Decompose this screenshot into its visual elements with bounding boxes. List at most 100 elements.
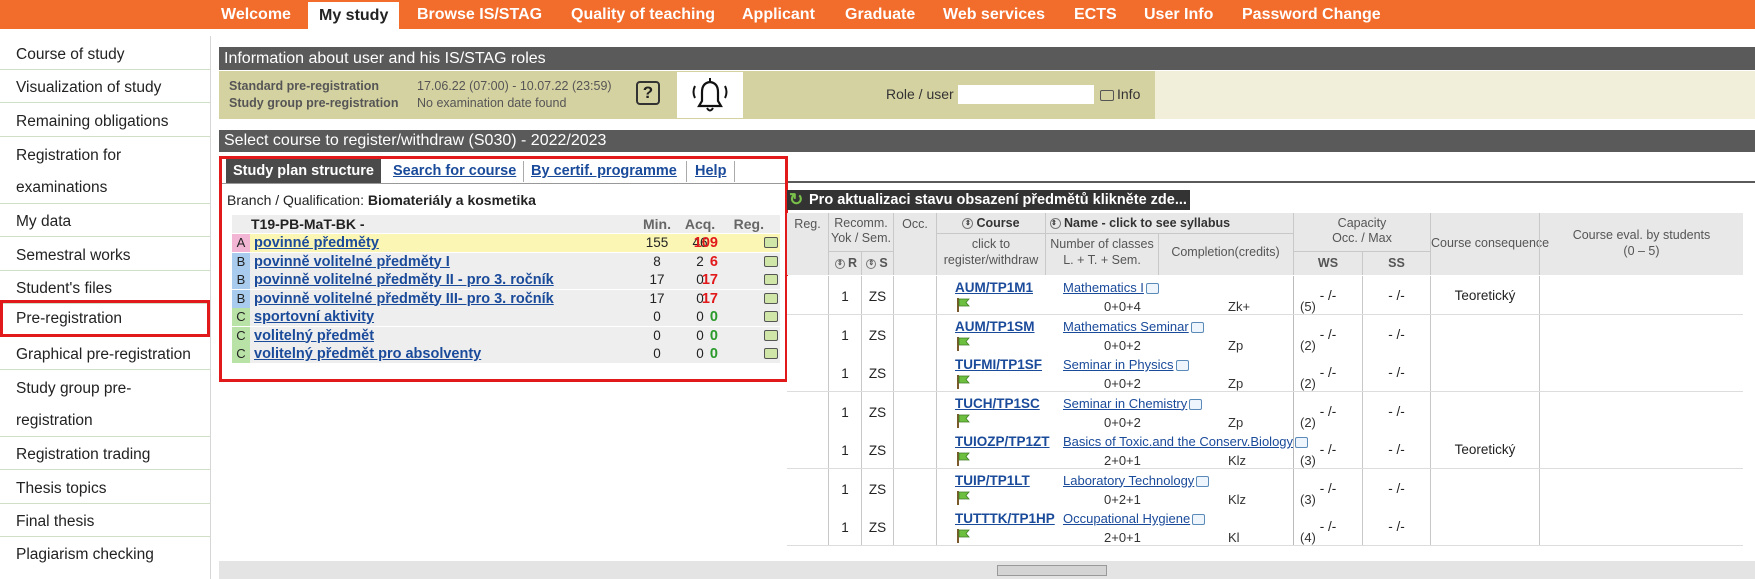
role-user-input[interactable]	[958, 85, 1094, 104]
number-of-classes: 0+0+4	[1104, 299, 1141, 314]
sidebar-item-label: Thesis topics	[16, 480, 107, 497]
register-flag-icon[interactable]	[955, 490, 971, 506]
course-name-link[interactable]: Occupational Hygiene	[1063, 511, 1206, 526]
header-course[interactable]: ⇕ Course	[937, 216, 1045, 230]
sidebar-item-visualization[interactable]: Visualization of study	[0, 73, 210, 103]
sidebar-item-remaining-obligations[interactable]: Remaining obligations	[0, 106, 210, 137]
sidebar-item-thesis-topics[interactable]: Thesis topics	[0, 473, 210, 504]
course-name-link[interactable]: Mathematics Seminar	[1063, 319, 1204, 334]
capacity-ws: - /-	[1319, 288, 1337, 303]
scrollbar-thumb[interactable]	[997, 565, 1107, 576]
course-code-link[interactable]: TUCH/TP1SC	[955, 396, 1040, 411]
course-code-link[interactable]: TUTTTK/TP1HP	[955, 511, 1055, 526]
sidebar-item-plagiarism-checking[interactable]: Plagiarism checking	[0, 540, 210, 570]
category-badge: B	[232, 271, 250, 289]
comment-icon[interactable]	[764, 237, 778, 248]
tab-study-plan-structure[interactable]: Study plan structure	[226, 159, 381, 183]
comment-icon[interactable]	[1145, 283, 1159, 295]
comment-icon[interactable]	[1190, 321, 1204, 333]
nav-password-change[interactable]: Password Change	[1242, 0, 1381, 29]
course-code-link[interactable]: TUIOZP/TP1ZT	[955, 434, 1050, 449]
sidebar-item-label: Remaining obligations	[16, 113, 169, 130]
sidebar-item-final-thesis[interactable]: Final thesis	[0, 507, 210, 537]
col-sep	[1293, 507, 1294, 545]
sidebar-item-registration-trading[interactable]: Registration trading	[0, 440, 210, 470]
register-flag-icon[interactable]	[955, 413, 971, 429]
sidebar-item-study-group-pre-registration[interactable]: Study group pre-registration	[0, 373, 210, 437]
sidebar-item-graphical-pre-registration[interactable]: Graphical pre-registration	[0, 340, 210, 370]
header-name[interactable]: ⇕ Name - click to see syllabus	[1046, 216, 1296, 230]
comment-icon[interactable]	[764, 255, 778, 267]
tab-help[interactable]: Help	[695, 159, 726, 183]
comment-icon[interactable]	[764, 329, 778, 341]
comment-icon[interactable]	[1189, 398, 1203, 410]
tab-search-for-course[interactable]: Search for course	[393, 159, 516, 183]
comment-icon[interactable]	[764, 292, 778, 304]
course-name-link[interactable]: Seminar in Physics	[1063, 357, 1189, 372]
notification-button[interactable]	[677, 72, 743, 118]
col-sep	[1430, 276, 1431, 314]
register-flag-icon[interactable]	[955, 297, 971, 313]
course-row: 1 ZS TUCH/TP1SC Seminar in Chemistry 0+0+2 Zp…	[787, 391, 1743, 431]
study-plan-group-link[interactable]: povinně volitelné předměty II - pro 3. r…	[254, 271, 554, 289]
nav-applicant[interactable]: Applicant	[742, 0, 815, 29]
sidebar-item-semestral-works[interactable]: Semestral works	[0, 240, 210, 271]
nav-web-services[interactable]: Web services	[943, 0, 1045, 29]
info-button[interactable]: Info	[1100, 86, 1140, 102]
sidebar-item-registration-for-examinations[interactable]: Registration for examinations	[0, 140, 210, 204]
study-plan-code: T19-PB-MaT-BK -	[251, 216, 365, 232]
sort-icon: ⇕	[866, 258, 877, 269]
study-plan-group-link[interactable]: povinně volitelné předměty I	[254, 253, 450, 271]
course-name-link[interactable]: Seminar in Chemistry	[1063, 396, 1203, 411]
header-s[interactable]: ⇕ S	[862, 256, 892, 270]
nav-browse-isstag[interactable]: Browse IS/STAG	[417, 0, 542, 29]
register-flag-icon[interactable]	[955, 336, 971, 352]
nav-my-study[interactable]: My study	[308, 2, 400, 29]
col-sep	[1293, 353, 1294, 391]
tab-by-certif-programme[interactable]: By certif. programme	[531, 159, 677, 183]
study-plan-row: Bpovinně volitelné předměty I826	[232, 252, 780, 271]
horizontal-scrollbar[interactable]	[219, 561, 1755, 579]
capacity-ss: - /-	[1388, 326, 1405, 342]
study-plan-group-link[interactable]: volitelný předmět	[254, 327, 374, 345]
sidebar-item-label: Semestral works	[16, 247, 131, 264]
comment-icon[interactable]	[1175, 360, 1189, 372]
comment-icon[interactable]	[764, 274, 778, 285]
comment-icon[interactable]	[1196, 475, 1210, 487]
nav-quality-of-teaching[interactable]: Quality of teaching	[571, 0, 715, 29]
study-plan-group-link[interactable]: povinně volitelné předměty III- pro 3. r…	[254, 290, 554, 308]
course-code-link[interactable]: TUIP/TP1LT	[955, 473, 1030, 488]
study-plan-group-link[interactable]: volitelný předmět pro absolventy	[254, 345, 481, 363]
nav-welcome[interactable]: Welcome	[221, 0, 291, 29]
recommended-year: 1	[841, 289, 849, 304]
course-name-link[interactable]: Mathematics I	[1063, 280, 1159, 295]
course-name-link[interactable]: Laboratory Technology	[1063, 473, 1210, 488]
sidebar-item-pre-registration[interactable]: Pre-registration	[0, 300, 210, 337]
sidebar-item-course-of-study[interactable]: Course of study	[0, 40, 210, 70]
comment-icon[interactable]	[764, 348, 778, 359]
nav-graduate[interactable]: Graduate	[845, 0, 915, 29]
tab-separator	[523, 161, 524, 182]
refresh-occupancy-link[interactable]: ↻ Pro aktualizaci stavu obsazení předmětů…	[787, 190, 1190, 210]
sidebar-item-my-data[interactable]: My data	[0, 207, 210, 237]
row-sep	[1294, 251, 1430, 252]
register-flag-icon[interactable]	[955, 374, 971, 390]
header-occ: Occ.	[902, 217, 928, 231]
nav-user-info[interactable]: User Info	[1144, 0, 1213, 29]
course-code-link[interactable]: AUM/TP1M1	[955, 280, 1033, 295]
nav-ects[interactable]: ECTS	[1074, 0, 1117, 29]
study-plan-group-link[interactable]: povinné předměty	[254, 234, 379, 252]
study-plan-group-link[interactable]: sportovní aktivity	[254, 308, 374, 326]
header-reg: Reg.	[733, 216, 764, 232]
completion-type: Klz	[1228, 491, 1247, 507]
registered-credits: 6	[709, 253, 718, 270]
course-code-link[interactable]: AUM/TP1SM	[955, 319, 1035, 334]
course-code-link[interactable]: TUFMI/TP1SF	[955, 357, 1042, 372]
register-flag-icon[interactable]	[955, 451, 971, 467]
comment-icon[interactable]	[1192, 514, 1206, 526]
comment-icon[interactable]	[764, 311, 778, 322]
help-button[interactable]: ?	[636, 81, 660, 105]
header-r[interactable]: ⇕ R	[831, 256, 861, 270]
course-name-link[interactable]: Basics of Toxic.and the Conserv.Biology	[1063, 434, 1309, 449]
register-flag-icon[interactable]	[955, 528, 971, 544]
